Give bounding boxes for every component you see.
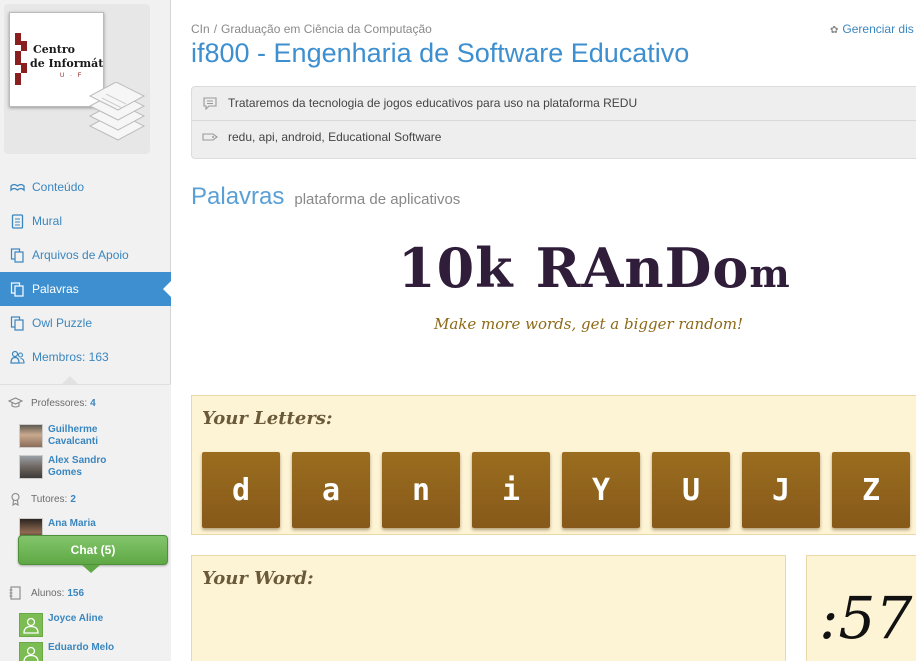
cin-logo-mark-icon bbox=[15, 33, 27, 85]
letter-tile[interactable]: a bbox=[292, 452, 370, 528]
breadcrumb-item[interactable]: Graduação em Ciência da Computação bbox=[221, 22, 432, 36]
avatar bbox=[19, 613, 43, 637]
letters-panel: Your Letters: d a n i Y U J Z bbox=[191, 395, 916, 535]
award-icon bbox=[11, 492, 20, 506]
sidebar: Centro de Informát U · F Conteúdo Mural … bbox=[0, 0, 172, 661]
breadcrumb-item[interactable]: CIn bbox=[191, 22, 210, 36]
avatar bbox=[19, 424, 43, 448]
member-name: Guilherme Cavalcanti bbox=[48, 424, 99, 447]
word-label: Your Word: bbox=[202, 568, 314, 589]
member-item[interactable]: Joyce Aline bbox=[19, 613, 128, 637]
member-item[interactable]: Guilherme Cavalcanti bbox=[19, 424, 128, 448]
sidebar-item-owl-puzzle[interactable]: Owl Puzzle bbox=[0, 306, 171, 340]
tag-icon bbox=[202, 133, 218, 141]
description-text: Trataremos da tecnologia de jogos educat… bbox=[228, 96, 638, 110]
course-description: Trataremos da tecnologia de jogos educat… bbox=[202, 96, 637, 110]
letters-label: Your Letters: bbox=[202, 408, 333, 429]
game-logo-part3: m bbox=[749, 251, 791, 296]
section-subtitle: plataforma de aplicativos bbox=[294, 191, 461, 208]
member-item[interactable]: Alex Sandro Gomes bbox=[19, 455, 128, 479]
logo-text-line2: de Informát bbox=[30, 57, 104, 70]
course-logo-box: Centro de Informát U · F bbox=[4, 4, 150, 154]
sidebar-item-label: Mural bbox=[32, 214, 63, 228]
manage-discipline-link[interactable]: ✿ Gerenciar dis bbox=[830, 22, 914, 36]
timer-panel: :57 bbox=[806, 555, 916, 661]
files-icon bbox=[10, 281, 24, 297]
logo-text-line3: U · F bbox=[60, 73, 84, 79]
avatar bbox=[19, 642, 43, 661]
professors-label: Professores: bbox=[31, 397, 88, 409]
letter-tile[interactable]: U bbox=[652, 452, 730, 528]
sidebar-item-label: Arquivos de Apoio bbox=[32, 248, 129, 262]
professors-count: 4 bbox=[90, 397, 96, 409]
tutors-label: Tutores: bbox=[31, 493, 68, 505]
members-icon bbox=[10, 350, 25, 364]
tutors-header[interactable]: Tutores: 2 bbox=[8, 492, 76, 506]
letter-tile[interactable]: Z bbox=[832, 452, 910, 528]
member-name: Eduardo Melo bbox=[48, 642, 115, 653]
member-item[interactable]: Eduardo Melo bbox=[19, 642, 128, 661]
gear-icon: ✿ bbox=[830, 25, 839, 36]
tutors-count: 2 bbox=[70, 493, 76, 505]
main-content: CIn / Graduação em Ciência da Computação ✿… bbox=[171, 0, 916, 661]
graduation-cap-icon bbox=[8, 397, 23, 408]
students-label: Alunos: bbox=[31, 587, 65, 599]
students-header[interactable]: Alunos: 156 bbox=[8, 586, 84, 600]
avatar bbox=[19, 455, 43, 479]
game-logo-part2: RAnDo bbox=[535, 236, 750, 300]
letter-tile[interactable]: Y bbox=[562, 452, 640, 528]
course-info-box: Trataremos da tecnologia de jogos educat… bbox=[191, 86, 916, 159]
files-icon bbox=[10, 247, 24, 263]
member-name: Alex Sandro Gomes bbox=[48, 455, 107, 478]
chat-button[interactable]: Chat (5) bbox=[18, 535, 168, 565]
book-icon bbox=[10, 183, 25, 192]
notebook-icon bbox=[9, 586, 21, 600]
letter-tile[interactable]: d bbox=[202, 452, 280, 528]
document-icon bbox=[11, 213, 24, 229]
sidebar-item-mural[interactable]: Mural bbox=[0, 204, 171, 238]
section-header: Palavras plataforma de aplicativos bbox=[191, 183, 460, 211]
breadcrumb: CIn / Graduação em Ciência da Computação bbox=[191, 22, 432, 36]
manage-label: Gerenciar dis bbox=[842, 22, 914, 36]
user-icon bbox=[23, 617, 39, 634]
game-logo: 10k RAnDom bbox=[398, 236, 791, 300]
chat-button-label: Chat (5) bbox=[70, 543, 116, 557]
professors-header[interactable]: Professores: 4 bbox=[8, 396, 96, 410]
letter-tile[interactable]: J bbox=[742, 452, 820, 528]
timer: :57 bbox=[819, 584, 913, 652]
sidebar-item-label: Palavras bbox=[32, 282, 79, 296]
tags-text: redu, api, android, Educational Software bbox=[228, 130, 442, 144]
students-count: 156 bbox=[67, 587, 85, 599]
page-title: if800 - Engenharia de Software Educativo bbox=[191, 38, 690, 68]
chat-button-caret bbox=[82, 565, 100, 573]
sidebar-item-label: Owl Puzzle bbox=[32, 316, 93, 330]
sidebar-item-label: Membros: 163 bbox=[32, 350, 109, 364]
letter-tiles: d a n i Y U J Z bbox=[202, 452, 916, 528]
sidebar-nav: Conteúdo Mural Arquivos de Apoio Palavra… bbox=[0, 170, 172, 374]
game-logo-part1: 10k bbox=[398, 236, 514, 300]
sidebar-item-membros[interactable]: Membros: 163 bbox=[0, 340, 171, 374]
app-root: Centro de Informát U · F Conteúdo Mural … bbox=[0, 0, 916, 661]
letter-tile[interactable]: i bbox=[472, 452, 550, 528]
member-name: Joyce Aline bbox=[48, 613, 104, 624]
sidebar-item-palavras[interactable]: Palavras bbox=[0, 272, 172, 306]
course-tags: redu, api, android, Educational Software bbox=[202, 130, 441, 144]
sidebar-item-label: Conteúdo bbox=[32, 180, 85, 194]
speech-bubble-icon bbox=[203, 97, 217, 110]
member-name: Ana Maria bbox=[48, 518, 96, 529]
section-title: Palavras bbox=[191, 183, 285, 210]
letter-tile[interactable]: n bbox=[382, 452, 460, 528]
user-icon bbox=[23, 646, 39, 661]
word-panel[interactable]: Your Word: bbox=[191, 555, 786, 661]
sidebar-item-conteudo[interactable]: Conteúdo bbox=[0, 170, 171, 204]
game-tagline: Make more words, get a bigger random! bbox=[434, 315, 744, 333]
divider bbox=[192, 120, 916, 121]
sidebar-item-arquivos[interactable]: Arquivos de Apoio bbox=[0, 238, 171, 272]
stacked-pages-icon bbox=[88, 82, 146, 141]
files-icon bbox=[10, 315, 24, 331]
members-panel-caret bbox=[62, 376, 78, 384]
logo-text-line1: Centro bbox=[33, 43, 75, 56]
